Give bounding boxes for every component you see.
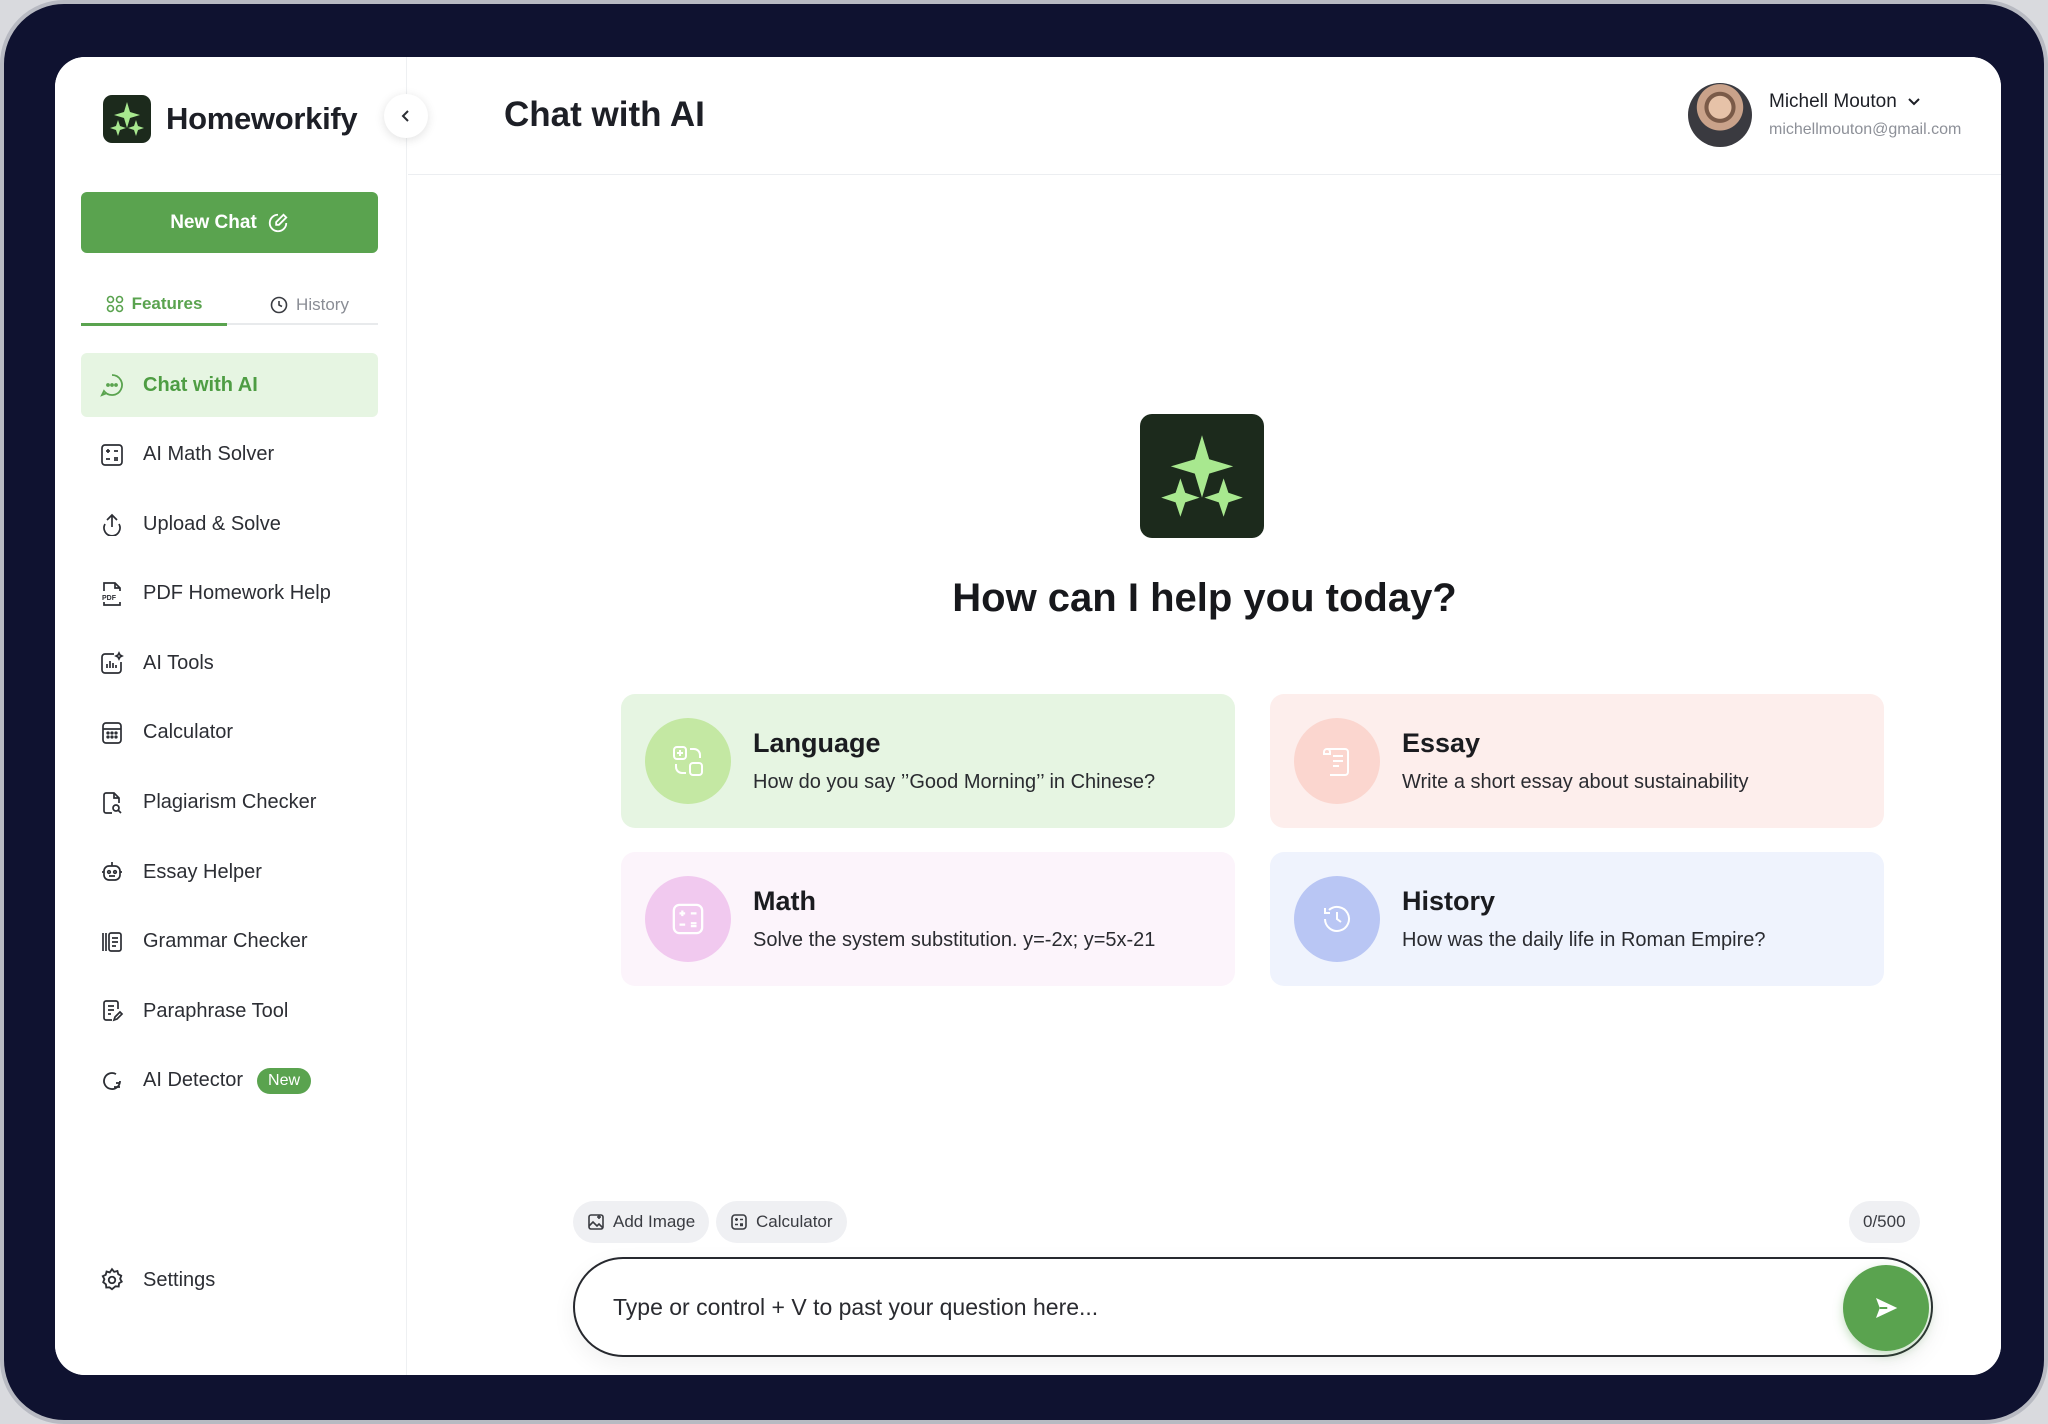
edit-icon bbox=[268, 212, 288, 232]
card-title: Essay bbox=[1402, 728, 1481, 758]
greeting-heading: How can I help you today? bbox=[952, 576, 1457, 620]
send-button[interactable] bbox=[1843, 1265, 1929, 1351]
calculator-label: Calculator bbox=[756, 1212, 833, 1231]
chat-composer bbox=[573, 1257, 1933, 1357]
sparkle-logo-icon bbox=[103, 95, 151, 143]
math-icon bbox=[99, 442, 125, 468]
settings-label: Settings bbox=[143, 1268, 216, 1291]
sidebar-item-ai-math-solver[interactable]: AI Math Solver bbox=[81, 423, 378, 487]
grid-icon bbox=[106, 295, 123, 313]
card-description: Write a short essay about sustainability bbox=[1402, 771, 1749, 793]
tab-history-label: History bbox=[296, 295, 349, 314]
svg-text:PDF: PDF bbox=[102, 595, 117, 602]
sidebar-item-label: Paraphrase Tool bbox=[143, 999, 289, 1022]
chevron-left-icon bbox=[401, 110, 409, 122]
sidebar-nav: Chat with AI AI Math Solver Upload & Sol… bbox=[81, 353, 378, 1119]
character-counter: 0/500 bbox=[1849, 1201, 1920, 1243]
card-description: Solve the system substitution. y=-2x; y=… bbox=[753, 929, 1156, 951]
image-icon bbox=[588, 1214, 604, 1230]
robot-icon bbox=[99, 859, 125, 885]
sidebar-item-ai-tools[interactable]: AI Tools bbox=[81, 631, 378, 695]
card-title: History bbox=[1402, 886, 1496, 916]
edit-document-icon bbox=[99, 998, 125, 1024]
card-title: Language bbox=[753, 728, 881, 758]
sidebar-item-grammar-checker[interactable]: Grammar Checker bbox=[81, 910, 378, 974]
scroll-icon bbox=[1294, 718, 1380, 804]
card-title: Math bbox=[753, 886, 816, 916]
sidebar-item-label: AI Detector bbox=[143, 1069, 244, 1092]
sidebar-item-label: PDF Homework Help bbox=[143, 582, 331, 605]
sidebar-item-label: Grammar Checker bbox=[143, 930, 308, 953]
upload-icon bbox=[99, 511, 125, 537]
chat-icon bbox=[99, 372, 125, 398]
sidebar-tabs: Features History bbox=[81, 285, 378, 326]
tab-features-label: Features bbox=[131, 294, 203, 313]
suggestion-card-math[interactable]: Math Solve the system substitution. y=-2… bbox=[621, 852, 1235, 986]
new-badge: New bbox=[257, 1067, 312, 1094]
top-header: Chat with AI Michell Mouton michellmouto… bbox=[408, 57, 2001, 175]
card-description: How was the daily life in Roman Empire? bbox=[1402, 929, 1766, 951]
new-chat-label: New Chat bbox=[170, 211, 257, 233]
sidebar-item-label: Plagiarism Checker bbox=[143, 791, 317, 814]
add-image-label: Add Image bbox=[613, 1212, 696, 1231]
suggestion-card-essay[interactable]: Essay Write a short essay about sustaina… bbox=[1270, 694, 1884, 828]
sparkle-logo-icon bbox=[1140, 414, 1264, 538]
ai-tools-icon bbox=[99, 650, 125, 676]
sidebar-item-plagiarism-checker[interactable]: Plagiarism Checker bbox=[81, 771, 378, 835]
pdf-icon: PDF bbox=[99, 581, 125, 607]
sidebar-item-label: Chat with AI bbox=[143, 373, 258, 396]
suggestion-card-language[interactable]: Language How do you say ’’Good Morning’’… bbox=[621, 694, 1235, 828]
card-description: How do you say ’’Good Morning’’ in Chine… bbox=[753, 771, 1156, 793]
sidebar-item-chat-with-ai[interactable]: Chat with AI bbox=[81, 353, 378, 417]
send-icon bbox=[1876, 1298, 1898, 1318]
tab-features[interactable]: Features bbox=[81, 285, 227, 326]
sidebar-item-label: AI Tools bbox=[143, 651, 214, 674]
sidebar: Homeworkify New Chat Features History Ch… bbox=[55, 57, 407, 1375]
user-email: michellmouton@gmail.com bbox=[1769, 121, 1962, 138]
sidebar-item-ai-detector[interactable]: AI Detector New bbox=[81, 1049, 378, 1113]
sidebar-item-label: Upload & Solve bbox=[143, 512, 281, 535]
translate-icon bbox=[645, 718, 731, 804]
new-chat-button[interactable]: New Chat bbox=[81, 192, 378, 253]
clock-icon bbox=[270, 296, 288, 314]
calculator-icon bbox=[731, 1214, 747, 1230]
calculator-button[interactable]: Calculator bbox=[716, 1201, 847, 1243]
chat-main: How can I help you today? Language How d… bbox=[408, 176, 2001, 1375]
brand-name: Homeworkify bbox=[166, 101, 358, 136]
book-icon bbox=[99, 929, 125, 955]
page-title: Chat with AI bbox=[504, 95, 705, 134]
sidebar-item-paraphrase-tool[interactable]: Paraphrase Tool bbox=[81, 979, 378, 1043]
user-name: Michell Mouton bbox=[1769, 91, 1897, 112]
chevron-down-icon bbox=[1908, 98, 1920, 106]
user-name-row: Michell Mouton bbox=[1769, 91, 1961, 113]
calculator-icon bbox=[99, 720, 125, 746]
detector-icon bbox=[99, 1068, 125, 1094]
add-image-button[interactable]: Add Image bbox=[573, 1201, 710, 1243]
user-menu[interactable]: Michell Mouton michellmouton@gmail.com bbox=[1688, 83, 1961, 147]
sidebar-item-essay-helper[interactable]: Essay Helper bbox=[81, 840, 378, 904]
suggestion-card-history[interactable]: History How was the daily life in Roman … bbox=[1270, 852, 1884, 986]
sidebar-item-label: Calculator bbox=[143, 721, 234, 744]
tab-history[interactable]: History bbox=[241, 285, 378, 325]
math-icon bbox=[645, 876, 731, 962]
sidebar-item-label: Essay Helper bbox=[143, 860, 262, 883]
sidebar-item-calculator[interactable]: Calculator bbox=[81, 701, 378, 765]
collapse-sidebar-button[interactable] bbox=[384, 94, 428, 138]
avatar bbox=[1688, 83, 1752, 147]
document-search-icon bbox=[99, 790, 125, 816]
gear-icon bbox=[99, 1267, 125, 1293]
question-input[interactable] bbox=[613, 1285, 1793, 1329]
device-frame: Homeworkify New Chat Features History Ch… bbox=[0, 0, 2048, 1424]
history-icon bbox=[1294, 876, 1380, 962]
app-window: Homeworkify New Chat Features History Ch… bbox=[55, 57, 2001, 1375]
brand[interactable]: Homeworkify bbox=[103, 95, 358, 143]
sidebar-item-pdf-homework-help[interactable]: PDF PDF Homework Help bbox=[81, 562, 378, 626]
sidebar-item-label: AI Math Solver bbox=[143, 443, 275, 466]
sidebar-item-upload-solve[interactable]: Upload & Solve bbox=[81, 492, 378, 556]
settings-link[interactable]: Settings bbox=[99, 1267, 215, 1293]
